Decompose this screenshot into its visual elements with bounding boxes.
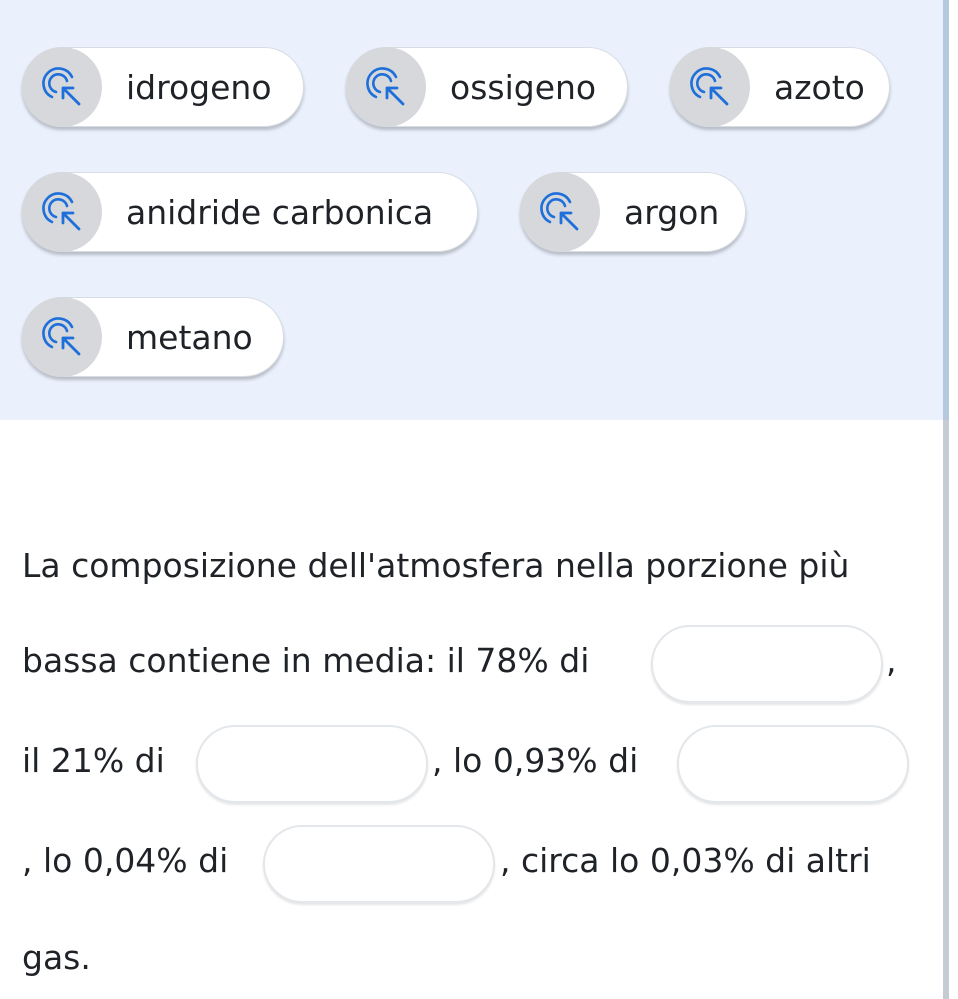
scrollbar[interactable] — [943, 0, 949, 999]
sentence-line-3-middle: , lo 0,93% di — [432, 741, 639, 780]
answer-blank-3[interactable] — [677, 725, 909, 803]
chip-label: ossigeno — [450, 67, 597, 107]
touch-pointer-icon — [22, 47, 102, 127]
touch-pointer-icon — [346, 47, 426, 127]
sentence-line-5: gas. — [22, 938, 91, 977]
chip-label: idrogeno — [126, 67, 272, 107]
sentence-line-4-end: , circa lo 0,03% di altri — [500, 841, 871, 880]
touch-pointer-icon — [22, 297, 102, 377]
touch-pointer-icon — [670, 47, 750, 127]
chip-anidride-carbonica[interactable]: anidride carbonica — [22, 172, 478, 252]
chip-metano[interactable]: metano — [22, 297, 284, 377]
scrollbar-thumb[interactable] — [943, 0, 949, 420]
answer-blank-2[interactable] — [196, 725, 428, 803]
chip-label: metano — [126, 317, 253, 357]
sentence-line-4-start: , lo 0,04% di — [22, 841, 229, 880]
chip-label: argon — [624, 192, 720, 232]
sentence-line-1: La composizione dell'atmosfera nella por… — [22, 546, 850, 585]
chip-ossigeno[interactable]: ossigeno — [346, 47, 628, 127]
chip-argon[interactable]: argon — [520, 172, 746, 252]
chip-label: azoto — [774, 67, 865, 107]
sentence-comma: , — [886, 641, 897, 680]
chip-azoto[interactable]: azoto — [670, 47, 890, 127]
chip-idrogeno[interactable]: idrogeno — [22, 47, 304, 127]
answer-blank-1[interactable] — [651, 625, 883, 703]
touch-pointer-icon — [22, 172, 102, 252]
chip-label: anidride carbonica — [126, 192, 434, 232]
answer-blank-4[interactable] — [263, 825, 495, 903]
sentence-line-3: il 21% di — [22, 741, 165, 780]
touch-pointer-icon — [520, 172, 600, 252]
sentence-line-2: bassa contiene in media: il 78% di — [22, 641, 590, 680]
